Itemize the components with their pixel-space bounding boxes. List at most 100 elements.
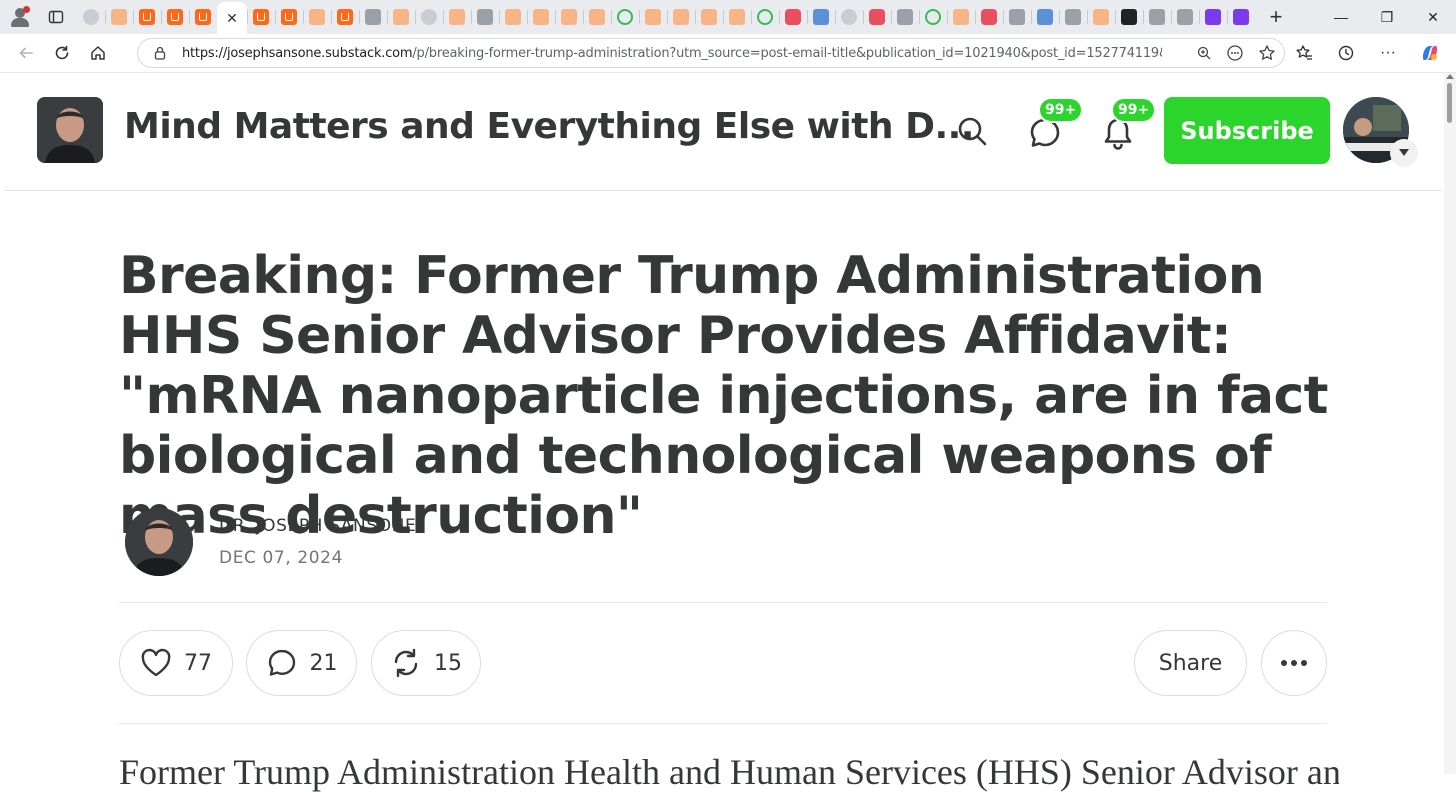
star-icon[interactable] (1258, 44, 1276, 62)
page-scrollbar[interactable] (1444, 73, 1456, 774)
tab[interactable] (499, 0, 527, 34)
restack-button[interactable]: 15 (371, 630, 481, 696)
tab[interactable] (863, 0, 891, 34)
divider (119, 602, 1327, 603)
tab[interactable] (1143, 0, 1171, 34)
tab[interactable] (835, 0, 863, 34)
history-icon (1338, 45, 1354, 61)
browser-profile-icon[interactable] (9, 6, 31, 28)
author-avatar[interactable] (125, 508, 193, 576)
scroll-up-icon[interactable] (1446, 74, 1454, 79)
tab[interactable] (105, 0, 133, 34)
tab[interactable] (639, 0, 667, 34)
video-icon (981, 9, 997, 25)
post-date: DEC 07, 2024 (219, 548, 344, 568)
comments-button[interactable]: 21 (246, 630, 357, 696)
substack-icon (139, 9, 155, 25)
close-tab-icon[interactable]: ✕ (226, 10, 238, 27)
site-icon (1093, 9, 1109, 25)
site-icon (1009, 9, 1025, 25)
tab[interactable] (247, 0, 275, 34)
tab[interactable] (975, 0, 1003, 34)
url-text[interactable]: https://josephsansone.substack.com/p/bre… (182, 46, 1162, 61)
tab-actions-icon[interactable] (45, 6, 67, 28)
tab[interactable] (667, 0, 695, 34)
author-portrait-icon (125, 508, 193, 576)
tab[interactable] (919, 0, 947, 34)
publication-title[interactable]: Mind Matters and Everything Else with D.… (124, 106, 974, 147)
search-site-icon (841, 9, 857, 25)
share-button[interactable]: Share (1134, 630, 1247, 696)
tab[interactable] (723, 0, 751, 34)
history-button[interactable] (1328, 37, 1364, 69)
tab[interactable] (359, 0, 387, 34)
tab[interactable] (471, 0, 499, 34)
tab[interactable] (1227, 0, 1255, 34)
tab[interactable] (1115, 0, 1143, 34)
tab[interactable] (133, 0, 161, 34)
tab[interactable] (527, 0, 555, 34)
home-button[interactable] (80, 37, 116, 69)
subscribe-button[interactable]: Subscribe (1164, 97, 1330, 164)
tab[interactable] (1171, 0, 1199, 34)
substack-icon (167, 9, 183, 25)
globe-icon (83, 9, 99, 25)
tab[interactable] (891, 0, 919, 34)
tab[interactable] (77, 0, 105, 34)
close-window-button[interactable]: ✕ (1410, 0, 1456, 34)
back-arrow-icon (19, 47, 33, 59)
tab[interactable] (1003, 0, 1031, 34)
tab[interactable] (1059, 0, 1087, 34)
substack-icon (281, 9, 297, 25)
tab[interactable] (189, 0, 217, 34)
minimize-button[interactable]: — (1318, 0, 1364, 34)
copilot-button[interactable] (1412, 37, 1448, 69)
tab[interactable] (695, 0, 723, 34)
tab[interactable] (275, 0, 303, 34)
address-bar[interactable]: https://josephsansone.substack.com/p/bre… (137, 38, 1285, 68)
tab[interactable] (1031, 0, 1059, 34)
back-button[interactable] (8, 37, 44, 69)
author-name[interactable]: DR. JOSEPH SANSONE (219, 516, 416, 536)
publication-logo[interactable] (37, 97, 103, 163)
tab[interactable] (555, 0, 583, 34)
tab[interactable] (947, 0, 975, 34)
tab[interactable] (611, 0, 639, 34)
lock-icon[interactable] (152, 45, 168, 61)
more-tools-button[interactable]: ··· (1370, 37, 1406, 69)
site-icon (813, 9, 829, 25)
search-button[interactable] (952, 111, 992, 151)
tab[interactable] (387, 0, 415, 34)
heart-icon (141, 648, 171, 677)
post-body-first-line: Former Trump Administration Health and H… (119, 752, 1339, 792)
like-button[interactable]: 77 (119, 630, 233, 696)
read-aloud-icon[interactable] (1226, 44, 1244, 62)
tab[interactable] (415, 0, 443, 34)
reload-button[interactable] (44, 37, 80, 69)
favorites-button[interactable] (1286, 37, 1322, 69)
site-icon (421, 9, 437, 25)
tab[interactable] (583, 0, 611, 34)
substack-icon (309, 9, 325, 25)
tab[interactable] (443, 0, 471, 34)
tab[interactable] (161, 0, 189, 34)
account-menu-button[interactable] (1390, 139, 1418, 167)
tab[interactable] (1199, 0, 1227, 34)
tab[interactable] (779, 0, 807, 34)
tab[interactable] (331, 0, 359, 34)
omnibox-icons (1196, 39, 1276, 67)
tab[interactable] (807, 0, 835, 34)
play-icon (757, 9, 773, 25)
tab[interactable] (303, 0, 331, 34)
restack-count: 15 (434, 650, 462, 676)
tab-active[interactable]: ✕ (217, 2, 247, 34)
tab[interactable] (1087, 0, 1115, 34)
tab[interactable] (751, 0, 779, 34)
new-tab-button[interactable]: + (1261, 2, 1291, 32)
scrollbar-thumb[interactable] (1447, 83, 1452, 123)
more-options-button[interactable] (1261, 630, 1327, 696)
zoom-icon[interactable] (1196, 45, 1212, 61)
restore-button[interactable]: ❐ (1364, 0, 1410, 34)
home-icon (91, 46, 105, 60)
post-title: Breaking: Former Trump Administration HH… (119, 246, 1329, 546)
